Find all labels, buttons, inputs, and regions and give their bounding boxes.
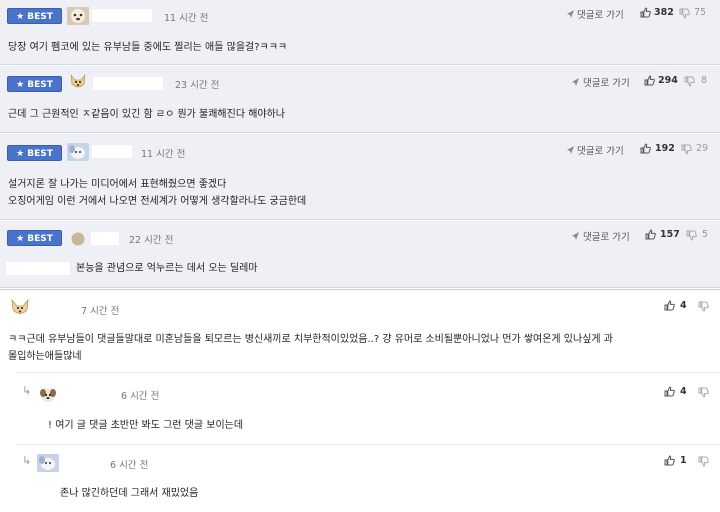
best-comment-3: ★ BEST 11 시간 전 댓글로 가기 192 29 설거지론 잘 나가는 … (0, 134, 720, 220)
best-badge: ★ BEST (7, 76, 62, 92)
like-count: 294 (658, 75, 678, 86)
author-name-redacted (92, 9, 152, 22)
thumbs-down-icon[interactable] (679, 8, 690, 19)
best-comment-2: ★ BEST 23 시간 전 댓글로 가기 294 8 근데 그 근원적인 ㅈ같… (0, 66, 720, 133)
reply-indent-arrow-icon: ↳ (22, 454, 32, 467)
comment-time: 11 시간 전 (141, 149, 186, 160)
reply-link[interactable]: 댓글로 가기 (577, 7, 624, 21)
comment-time: 6 시간 전 (110, 460, 149, 471)
reply-comment-2: ↳ 6 시간 전 1 존나 많긴하던데 그래서 재밌었음 (0, 445, 720, 512)
comment-time: 7 시간 전 (81, 306, 120, 317)
comment-text-line-1: ㅋㅋ근데 유부남들이 댓글들말대로 미혼남들을 퇴모르는 병신새끼로 치부한적이… (8, 334, 613, 345)
reply-link[interactable]: 댓글로 가기 (583, 75, 630, 89)
like-count: 382 (654, 7, 674, 18)
thumbs-down-icon[interactable] (686, 230, 697, 241)
avatar[interactable] (67, 7, 89, 25)
best-comment-4: ★ BEST 22 시간 전 댓글로 가기 157 5 본능을 관념으로 억누르… (0, 221, 720, 288)
comment-text-line-1: 설거지론 잘 나가는 미디어에서 표현해줬으면 좋겠다 (8, 179, 227, 190)
author-name-redacted (92, 145, 132, 158)
comment-time: 22 시간 전 (129, 235, 174, 246)
reply-link[interactable]: 댓글로 가기 (583, 229, 630, 243)
comment-text-line-2: 몰입하는애들많네 (8, 351, 82, 362)
like-count: 4 (680, 300, 687, 311)
reply-arrow-icon[interactable] (571, 77, 580, 87)
thumbs-up-icon[interactable] (664, 455, 675, 466)
reply-comment-1: ↳ 6 시간 전 4 ! 여기 글 댓글 초반만 봐도 그런 댓글 보이는데 (0, 373, 720, 443)
comment-text: 존나 많긴하던데 그래서 재밌었음 (60, 488, 199, 499)
avatar[interactable] (70, 231, 86, 247)
comment-time: 23 시간 전 (175, 80, 220, 91)
avatar[interactable] (9, 299, 31, 317)
comment-text: ! 여기 글 댓글 초반만 봐도 그런 댓글 보이는데 (48, 420, 244, 431)
reply-arrow-icon[interactable] (571, 231, 580, 241)
dislike-count: 8 (701, 75, 708, 86)
comment-text-line-2: 오징어게임 이런 거에서 나오면 전세계가 어떻게 생각할라나도 궁금한데 (8, 196, 307, 207)
reply-link[interactable]: 댓글로 가기 (577, 143, 624, 157)
comment-text: 근데 그 근원적인 ㅈ같음이 있긴 함 ㄹㅇ 뭔가 불쾌해진다 해야하나 (8, 109, 286, 120)
dislike-count: 5 (702, 229, 709, 240)
avatar[interactable] (37, 386, 59, 404)
thumbs-down-icon[interactable] (698, 387, 709, 398)
author-name-redacted (34, 302, 74, 315)
like-count: 192 (655, 143, 675, 154)
best-badge: ★ BEST (7, 145, 62, 161)
comment-time: 6 시간 전 (121, 391, 160, 402)
avatar[interactable] (37, 454, 59, 472)
thumbs-up-icon[interactable] (664, 386, 675, 397)
like-count: 157 (660, 229, 680, 240)
redacted-block (6, 262, 70, 275)
comment-text: 본능을 관념으로 억누르는 데서 오는 딜레마 (76, 263, 258, 274)
best-badge: ★ BEST (7, 230, 62, 246)
avatar[interactable] (67, 73, 89, 91)
thumbs-up-icon[interactable] (645, 229, 656, 240)
dislike-count: 29 (696, 143, 709, 154)
author-name-redacted (62, 388, 108, 401)
best-badge: ★ BEST (7, 8, 62, 24)
reply-arrow-icon[interactable] (566, 145, 575, 155)
thumbs-down-icon[interactable] (684, 76, 695, 87)
thread-comment: 7 시간 전 4 ㅋㅋ근데 유부남들이 댓글들말대로 미혼남들을 퇴모르는 병신… (0, 290, 720, 370)
comment-text: 당장 여기 펨코에 있는 유부남들 중에도 찔리는 애들 많을걸?ㅋㅋㅋ (8, 42, 288, 53)
author-name-redacted (91, 232, 119, 245)
thumbs-up-icon[interactable] (644, 75, 655, 86)
like-count: 1 (680, 455, 687, 466)
avatar[interactable] (67, 143, 89, 161)
dislike-count: 75 (694, 7, 707, 18)
thumbs-up-icon[interactable] (640, 7, 651, 18)
thumbs-down-icon[interactable] (698, 456, 709, 467)
comment-time: 11 시간 전 (164, 13, 209, 24)
thumbs-down-icon[interactable] (698, 301, 709, 312)
reply-arrow-icon[interactable] (566, 9, 575, 19)
thumbs-up-icon[interactable] (664, 300, 675, 311)
thumbs-down-icon[interactable] (681, 144, 692, 155)
best-comment-1: ★ BEST 11 시간 전 댓글로 가기 382 75 당장 여기 펨코에 있… (0, 0, 720, 65)
author-name-redacted (93, 77, 163, 90)
thumbs-up-icon[interactable] (640, 143, 651, 154)
reply-indent-arrow-icon: ↳ (22, 384, 32, 397)
author-name-redacted (62, 457, 98, 470)
like-count: 4 (680, 386, 687, 397)
